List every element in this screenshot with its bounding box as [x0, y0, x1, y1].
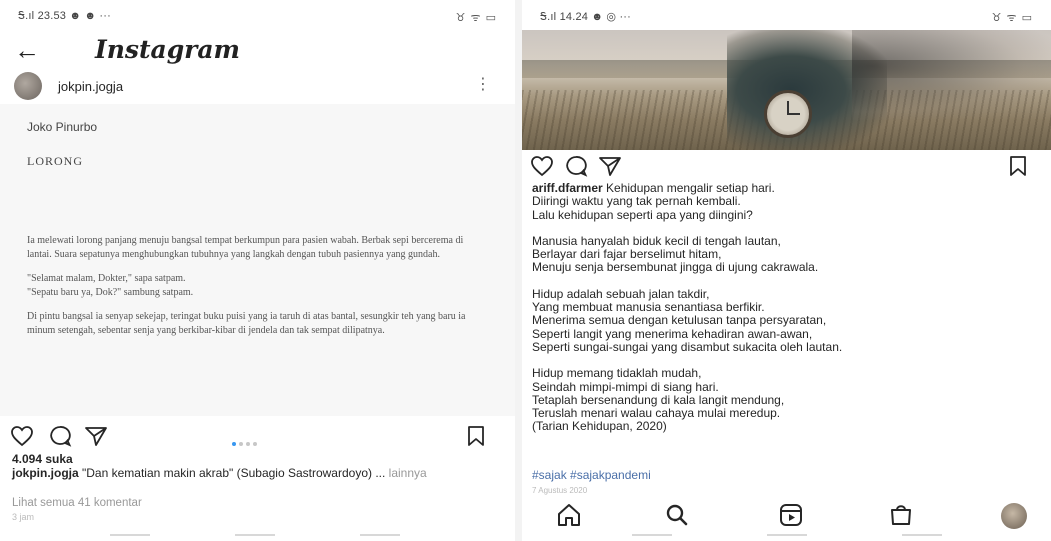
post-header: jokpin.jogja ⋮: [0, 68, 515, 104]
post-username[interactable]: jokpin.jogja: [58, 79, 123, 94]
instagram-logo: Instagram: [95, 35, 240, 64]
caption-paragraph: Hidup adalah sebuah jalan takdir, Yang m…: [532, 286, 843, 354]
status-time: Ꭶ.ıl 14.24 ☻ ◎ ···: [540, 11, 632, 23]
clock-image: [764, 90, 812, 138]
status-icons: ♉ ᯤ ▭: [455, 12, 497, 24]
post-photo[interactable]: [522, 30, 1051, 150]
caption-paragraph: Hidup memang tidaklah mudah, Seindah mim…: [532, 366, 785, 434]
view-comments-link[interactable]: Lihat semua 41 komentar: [12, 497, 142, 509]
carousel-indicator: [232, 433, 260, 451]
status-icons: ♉ ᯤ ▭: [991, 12, 1033, 24]
status-bar: Ꭶ.ıl 23.53 ☻ ☻ ··· ♉ ᯤ ▭: [0, 0, 515, 30]
poem-author: Joko Pinurbo: [27, 120, 98, 134]
post-date: 7 Agustus 2020: [532, 486, 588, 495]
status-bar: Ꭶ.ıl 14.24 ☻ ◎ ··· ♉ ᯤ ▭: [522, 0, 1051, 30]
poem-paragraph: Di pintu bangsal ia senyap sekejap, teri…: [27, 311, 466, 336]
system-nav-bar: [0, 525, 515, 541]
post-caption: jokpin.jogja "Dan kematian makin akrab" …: [12, 466, 501, 481]
like-count[interactable]: 4.094 suka: [12, 452, 73, 466]
bookmark-icon[interactable]: [1008, 155, 1028, 177]
app-header: ← Instagram: [0, 30, 515, 70]
screen-divider: [515, 0, 522, 541]
caption-username[interactable]: ariff.dfarmer: [532, 181, 603, 195]
status-time: Ꭶ.ıl 23.53 ☻ ☻ ···: [18, 10, 112, 22]
post-timestamp: 3 jam: [12, 512, 35, 522]
post-actions: [0, 420, 515, 452]
caption-text: "Dan kematian makin akrab" (Subagio Sast…: [78, 466, 386, 480]
heart-icon[interactable]: [10, 425, 34, 447]
right-phone-screen: Ꭶ.ıl 14.24 ☻ ◎ ··· ♉ ᯤ ▭ ariff.dfarmer K…: [522, 0, 1051, 541]
send-icon[interactable]: [84, 425, 108, 447]
caption-more-link[interactable]: lainnya: [385, 466, 427, 480]
caption-username[interactable]: jokpin.jogja: [12, 466, 79, 480]
post-caption: ariff.dfarmer Kehidupan mengalir setiap …: [532, 181, 1041, 447]
poem-paragraph: "Selamat malam, Dokter," sapa satpam. "S…: [27, 273, 194, 298]
post-image[interactable]: Joko Pinurbo LORONG Ia melewati lorong p…: [0, 104, 515, 416]
avatar[interactable]: [14, 72, 42, 100]
hashtags[interactable]: #sajak #sajakpandemi: [532, 468, 651, 482]
poem-paragraph: Ia melewati lorong panjang menuju bangsa…: [27, 235, 464, 260]
post-actions: [522, 150, 1051, 182]
poem-title: LORONG: [27, 154, 83, 168]
comment-icon[interactable]: [564, 155, 588, 177]
heart-icon[interactable]: [530, 155, 554, 177]
comment-icon[interactable]: [48, 425, 72, 447]
back-arrow-icon[interactable]: ←: [14, 30, 40, 70]
caption-paragraph: Manusia hanyalah biduk kecil di tengah l…: [532, 233, 819, 275]
left-phone-screen: Ꭶ.ıl 23.53 ☻ ☻ ··· ♉ ᯤ ▭ ← Instagram jok…: [0, 0, 515, 541]
poem-body: Ia melewati lorong panjang menuju bangsa…: [27, 234, 485, 348]
bookmark-icon[interactable]: [466, 425, 486, 447]
system-nav-bar: [522, 525, 1051, 541]
more-options-icon[interactable]: ⋮: [475, 74, 491, 96]
send-icon[interactable]: [598, 155, 622, 177]
